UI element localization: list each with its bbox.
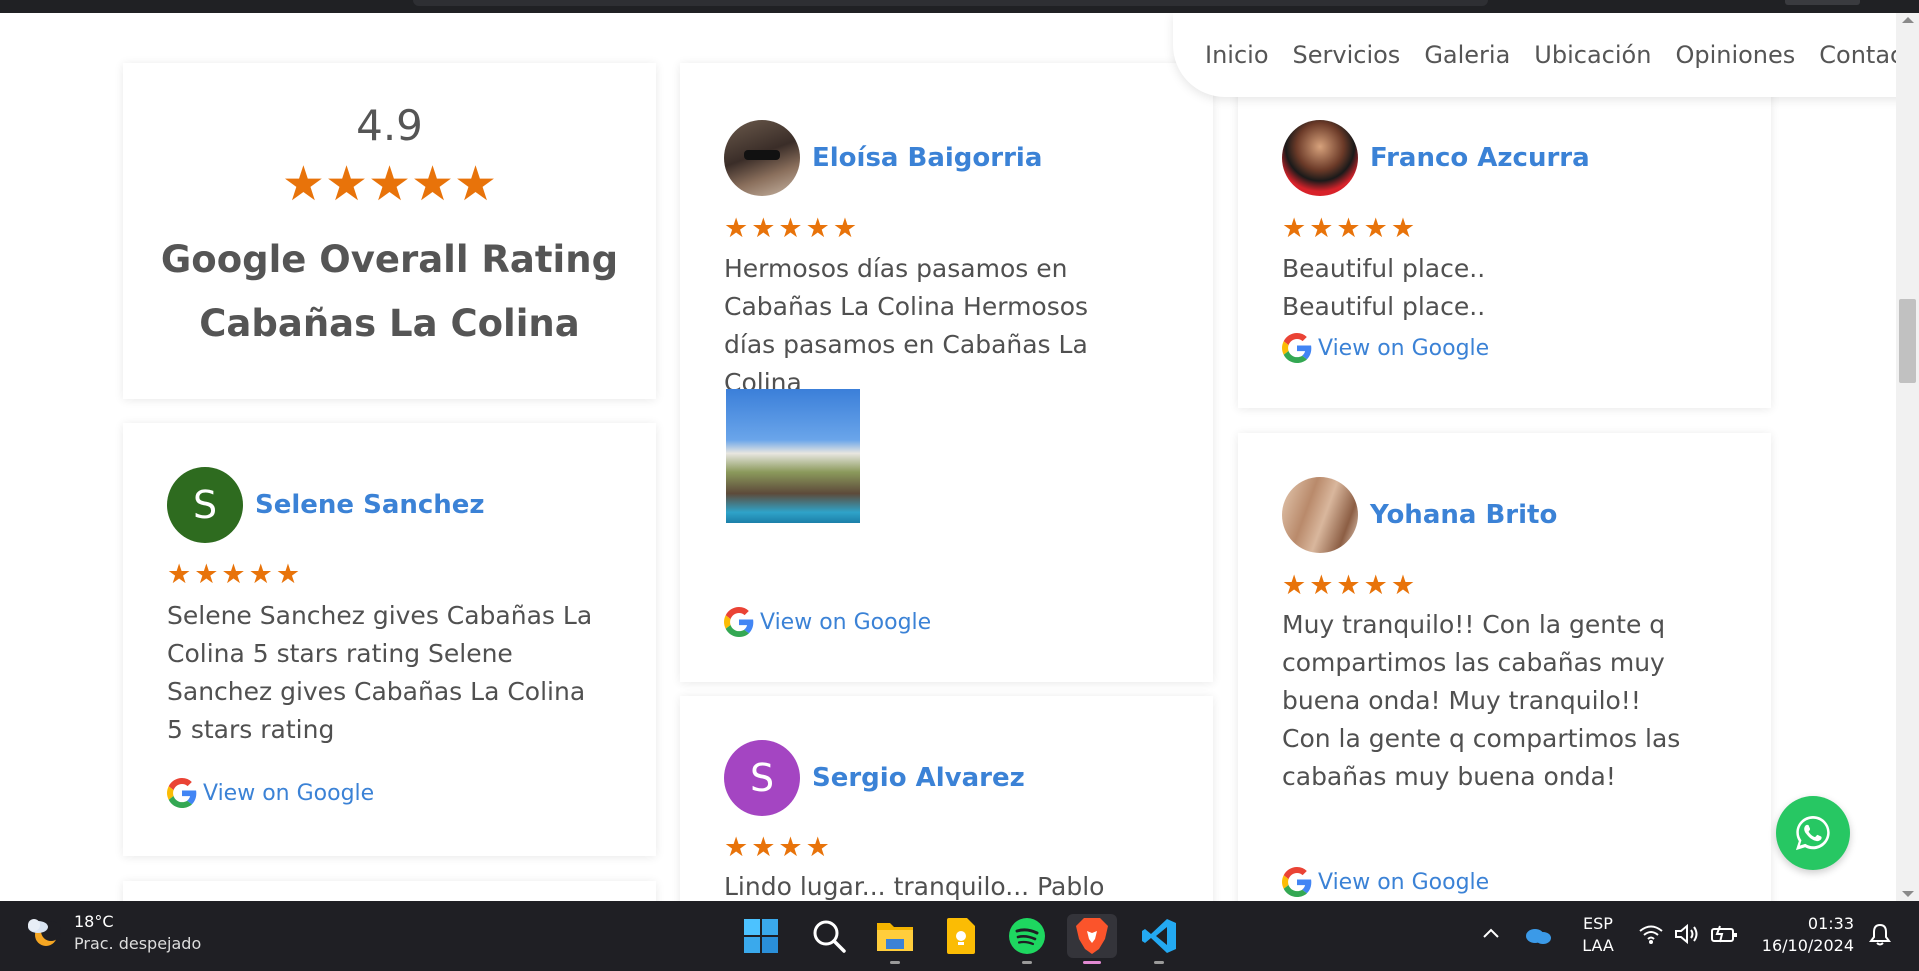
file-explorer-icon bbox=[877, 923, 913, 951]
review-card-yohana: Yohana Brito ★★★★★ Muy tranquilo!! Con l… bbox=[1238, 433, 1771, 901]
weather-desc: Prac. despejado bbox=[74, 934, 202, 953]
review-text: Lindo lugar... tranquilo... Pablo bbox=[724, 872, 1105, 901]
browser-button[interactable] bbox=[1785, 0, 1860, 5]
nav-contacto[interactable]: Contacto bbox=[1819, 41, 1896, 69]
whatsapp-button[interactable] bbox=[1776, 796, 1850, 870]
review-header: Eloísa Baigorria bbox=[724, 120, 1042, 196]
review-header: Franco Azcurra bbox=[1282, 120, 1590, 196]
nav-inicio[interactable]: Inicio bbox=[1205, 41, 1269, 69]
weather-moon-cloud-icon bbox=[28, 919, 61, 946]
view-on-google-link[interactable]: View on Google bbox=[167, 778, 374, 808]
nav-galeria[interactable]: Galeria bbox=[1424, 41, 1510, 69]
review-stars: ★★★★★ bbox=[1282, 570, 1419, 601]
wifi-icon bbox=[1639, 925, 1663, 944]
review-text: Hermosos días pasamos en Cabañas La Coli… bbox=[724, 254, 1089, 397]
keep-notes-button[interactable] bbox=[939, 914, 983, 958]
battery-icon bbox=[1711, 925, 1737, 943]
chevron-up-icon bbox=[1483, 928, 1499, 938]
overall-title: Google Overall Rating Cabañas La Colina bbox=[160, 238, 619, 345]
review-stars: ★★★★ bbox=[724, 832, 833, 863]
reviewer-name[interactable]: Selene Sanchez bbox=[255, 490, 485, 520]
language-indicator[interactable]: ESP LAA bbox=[1576, 913, 1620, 957]
reviewer-name[interactable]: Franco Azcurra bbox=[1370, 143, 1590, 173]
overall-stars: ★★★★★ bbox=[281, 156, 498, 212]
whatsapp-icon bbox=[1795, 815, 1830, 851]
onedrive-icon bbox=[1526, 929, 1551, 944]
review-card-partial bbox=[123, 881, 656, 901]
review-stars: ★★★★★ bbox=[1282, 213, 1419, 244]
bell-icon bbox=[1869, 923, 1891, 946]
windows-taskbar: 18°C Prac. despejado ESP LAA 01:33 16/10… bbox=[0, 901, 1919, 971]
scrollbar-thumb[interactable] bbox=[1899, 299, 1916, 383]
review-text: Beautiful place.. Beautiful place.. bbox=[1282, 254, 1486, 321]
review-card-sergio: S Sergio Alvarez ★★★★ Lindo lugar... tra… bbox=[680, 696, 1213, 901]
brave-browser-icon bbox=[1076, 918, 1108, 954]
search-button[interactable] bbox=[807, 914, 851, 958]
weather-temp: 18°C bbox=[74, 912, 114, 931]
review-photo[interactable] bbox=[726, 389, 860, 523]
spotify-icon bbox=[1009, 918, 1045, 954]
review-text: Muy tranquilo!! Con la gente q compartim… bbox=[1282, 610, 1681, 791]
avatar: S bbox=[724, 740, 800, 816]
network-volume-battery[interactable] bbox=[1638, 923, 1738, 945]
address-bar[interactable] bbox=[413, 0, 1488, 6]
nav-opiniones[interactable]: Opiniones bbox=[1675, 41, 1795, 69]
start-icon bbox=[744, 919, 778, 953]
avatar: S bbox=[167, 467, 243, 543]
vscode-button[interactable] bbox=[1137, 914, 1181, 964]
reviewer-name[interactable]: Eloísa Baigorria bbox=[812, 143, 1042, 173]
google-icon bbox=[1282, 333, 1312, 363]
reviewer-name[interactable]: Yohana Brito bbox=[1370, 500, 1557, 530]
notifications-button[interactable] bbox=[1868, 923, 1892, 951]
brave-browser-button[interactable] bbox=[1067, 914, 1117, 964]
avatar bbox=[724, 120, 800, 196]
view-on-google-link[interactable]: View on Google bbox=[724, 607, 931, 637]
vscode-icon bbox=[1142, 919, 1176, 953]
browser-top-bar bbox=[0, 0, 1919, 13]
keep-notes-icon bbox=[947, 918, 975, 954]
search-icon bbox=[813, 920, 846, 953]
review-card-selene: S Selene Sanchez ★★★★★ Selene Sanchez gi… bbox=[123, 423, 656, 856]
review-stars: ★★★★★ bbox=[724, 213, 861, 244]
reviewer-name[interactable]: Sergio Alvarez bbox=[812, 763, 1025, 793]
avatar bbox=[1282, 477, 1358, 553]
google-icon bbox=[1282, 867, 1312, 897]
review-card-franco: Franco Azcurra ★★★★★ Beautiful place.. B… bbox=[1238, 63, 1771, 408]
weather-widget[interactable]: 18°C Prac. despejado bbox=[24, 911, 201, 955]
file-explorer-button[interactable] bbox=[873, 914, 917, 964]
spotify-button[interactable] bbox=[1005, 914, 1049, 964]
scroll-down-arrow[interactable] bbox=[1902, 891, 1914, 897]
start-button[interactable] bbox=[739, 914, 783, 958]
onedrive-button[interactable] bbox=[1524, 925, 1552, 949]
scroll-up-arrow[interactable] bbox=[1902, 17, 1914, 23]
review-stars: ★★★★★ bbox=[167, 559, 304, 590]
view-on-google-link[interactable]: View on Google bbox=[1282, 333, 1489, 363]
site-navigation: Inicio Servicios Galeria Ubicación Opini… bbox=[1173, 13, 1896, 97]
volume-icon bbox=[1675, 923, 1698, 945]
nav-ubicacion[interactable]: Ubicación bbox=[1534, 41, 1651, 69]
review-card-eloisa: Eloísa Baigorria ★★★★★ Hermosos días pas… bbox=[680, 63, 1213, 682]
nav-servicios[interactable]: Servicios bbox=[1293, 41, 1401, 69]
clock[interactable]: 01:33 16/10/2024 bbox=[1758, 913, 1854, 957]
review-header: Yohana Brito bbox=[1282, 477, 1557, 553]
overall-score: 4.9 bbox=[356, 101, 423, 150]
tray-overflow-button[interactable] bbox=[1480, 923, 1502, 949]
view-on-google-link[interactable]: View on Google bbox=[1282, 867, 1489, 897]
overall-rating-card: 4.9 ★★★★★ Google Overall Rating Cabañas … bbox=[123, 63, 656, 399]
review-header: S Sergio Alvarez bbox=[724, 740, 1025, 816]
google-icon bbox=[167, 778, 197, 808]
google-icon bbox=[724, 607, 754, 637]
review-text: Selene Sanchez gives Cabañas La Colina 5… bbox=[167, 601, 593, 744]
page-scrollbar[interactable] bbox=[1896, 13, 1919, 901]
web-page: Inicio Servicios Galeria Ubicación Opini… bbox=[0, 13, 1896, 901]
avatar bbox=[1282, 120, 1358, 196]
review-header: S Selene Sanchez bbox=[167, 467, 485, 543]
